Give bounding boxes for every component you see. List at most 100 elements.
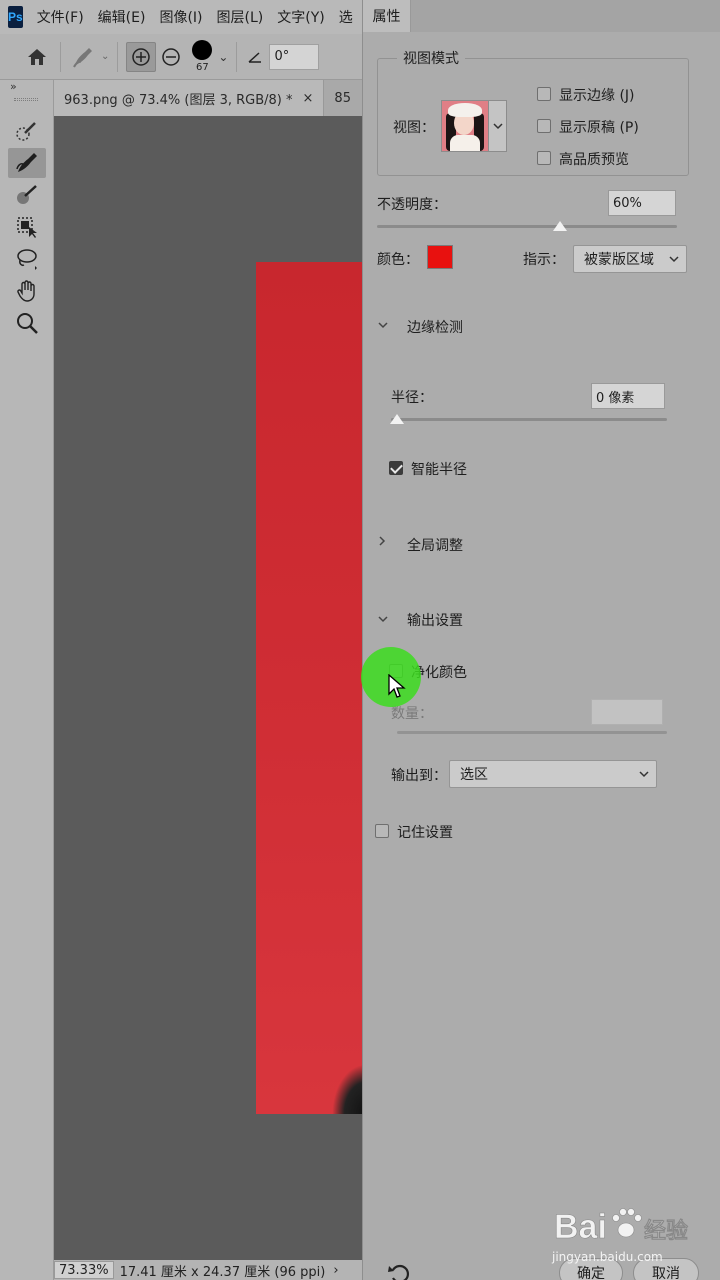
- document-tab-label: 963.png @ 73.4% (图层 3, RGB/8) *: [64, 92, 293, 108]
- show-original-checkbox[interactable]: [537, 119, 551, 133]
- collapse-toolbar-icon[interactable]: »: [10, 80, 17, 93]
- baidu-jingyan-watermark: Bai 经验: [554, 1208, 689, 1247]
- menu-layer[interactable]: 图层(L): [217, 7, 264, 27]
- radius-slider-handle[interactable]: [390, 414, 404, 424]
- brush-size-picker[interactable]: 67: [192, 40, 213, 73]
- menu-select[interactable]: 选: [339, 7, 353, 27]
- radius-slider-track[interactable]: [391, 418, 667, 421]
- menu-type[interactable]: 文字(Y): [277, 7, 324, 27]
- refine-edge-brush-icon: [16, 153, 37, 172]
- refine-edge-brush-tool[interactable]: [8, 148, 46, 178]
- reset-icon[interactable]: [387, 1262, 411, 1280]
- overlay-color-swatch[interactable]: [427, 245, 453, 269]
- brush-tool[interactable]: [8, 180, 46, 210]
- indicate-select[interactable]: 被蒙版区域: [573, 245, 687, 273]
- chevron-down-icon: [378, 616, 388, 623]
- view-thumbnail: [442, 101, 488, 151]
- subtract-mode-button[interactable]: [156, 42, 186, 72]
- chevron-down-icon: [639, 771, 649, 778]
- refine-brush-icon: [73, 47, 92, 67]
- show-edge-checkbox[interactable]: [537, 87, 551, 101]
- global-refinements-toggle[interactable]: [377, 535, 387, 551]
- remember-settings-label: 记住设置: [397, 825, 453, 841]
- home-button[interactable]: [22, 42, 52, 72]
- chevron-down-icon[interactable]: ⌄: [218, 50, 228, 64]
- watermark-url: jingyan.baidu.com: [552, 1250, 663, 1264]
- remember-settings-checkbox[interactable]: [375, 824, 389, 838]
- separator: [60, 41, 61, 72]
- output-to-select[interactable]: 选区: [449, 760, 657, 788]
- opacity-input[interactable]: 60%: [608, 190, 676, 216]
- photoshop-logo: Ps: [8, 6, 23, 28]
- menu-file[interactable]: 文件(F): [37, 7, 84, 27]
- document-tab-active[interactable]: 963.png @ 73.4% (图层 3, RGB/8) * ×: [54, 80, 325, 116]
- document-image: [256, 262, 362, 1114]
- tool-preset-button[interactable]: [69, 42, 99, 72]
- chevron-right-icon: [379, 536, 386, 546]
- lasso-icon: [17, 249, 37, 270]
- smart-radius-checkbox[interactable]: [389, 461, 403, 475]
- status-bar: 73.33% 17.41 厘米 x 24.37 厘米 (96 ppi) ›: [54, 1260, 362, 1280]
- indicate-value: 被蒙版区域: [584, 252, 654, 268]
- angle-icon: [248, 51, 262, 63]
- panel-tab-properties[interactable]: 属性: [363, 0, 411, 32]
- amount-input: [591, 699, 663, 725]
- hair-edge: [332, 1064, 362, 1114]
- properties-panel: 属性 视图模式 视图： 显示边缘 (J) 显示原稿 (P) 高品质预览 不透明度…: [362, 0, 720, 1280]
- quick-selection-tool[interactable]: [8, 116, 46, 146]
- watermark-brand2: 经验: [644, 1218, 688, 1244]
- watermark-brand: Bai: [554, 1208, 607, 1246]
- minus-circle-icon: [162, 47, 181, 66]
- opacity-slider-track[interactable]: [377, 225, 677, 228]
- menu-bar: Ps 文件(F) 编辑(E) 图像(I) 图层(L) 文字(Y) 选: [0, 0, 362, 34]
- radius-label: 半径：: [391, 390, 433, 406]
- output-to-label: 输出到：: [391, 768, 447, 784]
- quick-selection-icon: [16, 122, 36, 141]
- output-settings-toggle[interactable]: [377, 612, 389, 628]
- object-selection-icon: [17, 217, 37, 238]
- object-selection-tool[interactable]: [8, 212, 46, 242]
- view-mode-picker[interactable]: [441, 100, 507, 152]
- output-to-value: 选区: [460, 767, 488, 783]
- color-label: 颜色：: [377, 252, 419, 268]
- add-mode-button[interactable]: [126, 41, 157, 72]
- separator: [117, 41, 119, 72]
- chevron-down-icon: [669, 256, 679, 263]
- document-canvas[interactable]: [54, 116, 362, 1260]
- show-edge-label: 显示边缘 (J): [559, 88, 635, 104]
- zoom-level-field[interactable]: 73.33%: [54, 1261, 114, 1279]
- close-tab-icon[interactable]: ×: [303, 91, 314, 106]
- status-menu-arrow[interactable]: ›: [333, 1263, 338, 1278]
- smart-radius-label: 智能半径: [411, 462, 467, 478]
- radius-input[interactable]: 0 像素: [591, 383, 665, 409]
- high-quality-preview-label: 高品质预览: [559, 152, 629, 168]
- zoom-icon: [17, 313, 38, 334]
- zoom-tool[interactable]: [8, 308, 46, 338]
- document-tab-bar: 963.png @ 73.4% (图层 3, RGB/8) * × 85: [54, 80, 362, 116]
- home-icon: [28, 48, 46, 65]
- document-tab[interactable]: 85: [324, 80, 351, 116]
- edge-detection-title: 边缘检测: [407, 320, 463, 336]
- chevron-down-icon[interactable]: ⌄: [101, 51, 109, 62]
- menu-edit[interactable]: 编辑(E): [98, 7, 146, 27]
- brush-angle-input[interactable]: 0°: [269, 43, 320, 70]
- hand-tool[interactable]: [8, 276, 46, 306]
- chevron-down-icon[interactable]: [488, 101, 506, 151]
- edge-detection-toggle[interactable]: [377, 318, 389, 334]
- panel-tab-strip: [411, 0, 720, 32]
- opacity-slider-handle[interactable]: [553, 221, 567, 231]
- paw-icon: [612, 1208, 642, 1238]
- plus-circle-icon: [132, 47, 151, 66]
- menu-image[interactable]: 图像(I): [159, 7, 202, 27]
- indicate-label: 指示：: [523, 252, 565, 268]
- lasso-tool[interactable]: [8, 244, 46, 274]
- brush-preview-icon: [192, 40, 213, 60]
- high-quality-preview-checkbox[interactable]: [537, 151, 551, 165]
- view-label: 视图：: [393, 120, 435, 136]
- mouse-cursor-icon: [388, 674, 406, 698]
- global-refinements-title: 全局调整: [407, 538, 463, 554]
- output-settings-title: 输出设置: [407, 613, 463, 629]
- options-bar: ⌄ 67 ⌄ 0°: [0, 34, 362, 80]
- hand-icon: [17, 280, 35, 302]
- toolbar-grip[interactable]: [14, 98, 38, 101]
